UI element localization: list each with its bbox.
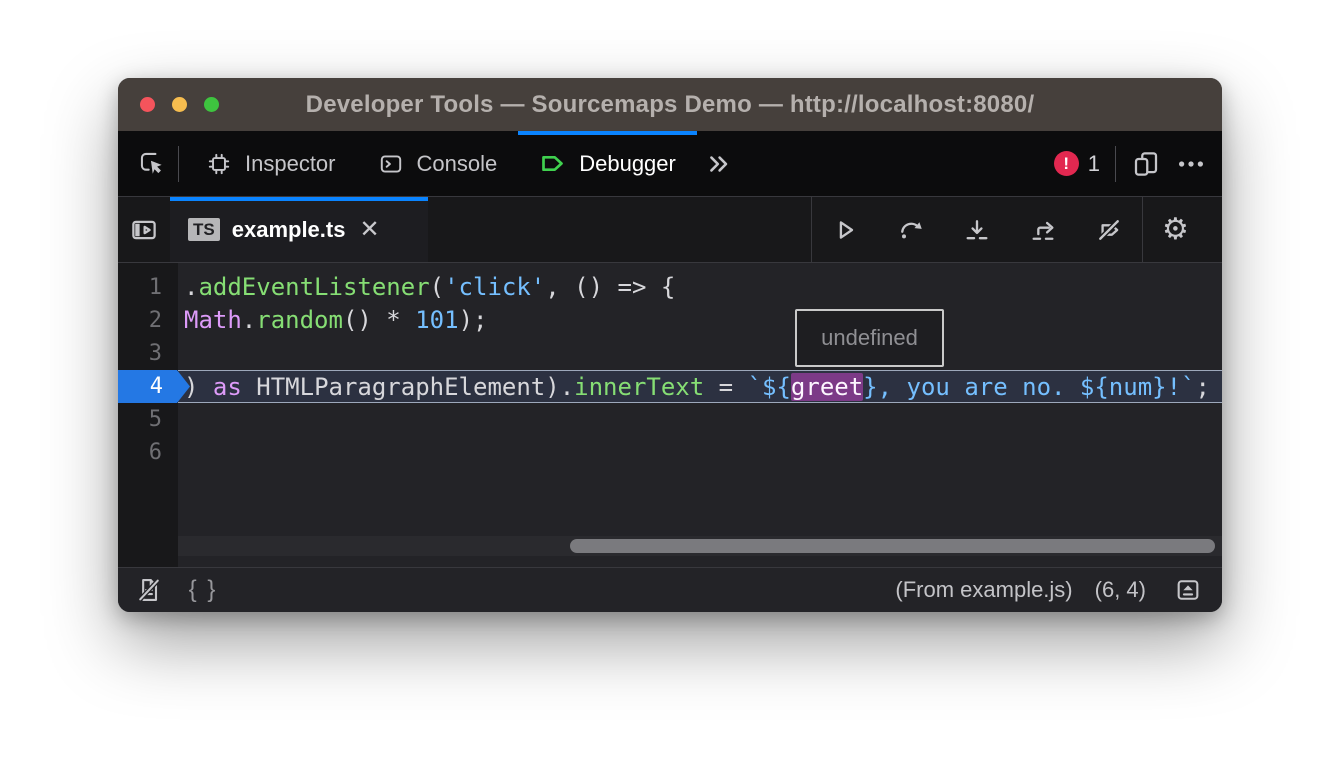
gear-icon: ⚙ bbox=[1162, 212, 1189, 247]
braces-icon: { } bbox=[189, 576, 218, 604]
ignore-source-icon bbox=[135, 576, 163, 604]
sources-panel-toggle-button[interactable] bbox=[118, 197, 170, 262]
code-token: 101 bbox=[415, 306, 458, 334]
debugger-settings-button[interactable]: ⚙ bbox=[1142, 197, 1208, 262]
paused-code-line: ) as HTMLParagraphElement).innerText = `… bbox=[178, 370, 1222, 403]
source-tab-example-ts[interactable]: TS example.ts ✕ bbox=[170, 197, 428, 262]
tab-inspector[interactable]: Inspector bbox=[185, 131, 357, 196]
panel-tabs: Inspector Console Debugger bbox=[185, 131, 697, 196]
deactivate-breakpoints-button[interactable] bbox=[1076, 197, 1142, 262]
pick-element-icon bbox=[138, 150, 165, 177]
screenshot-stage: Developer Tools — Sourcemaps Demo — http… bbox=[0, 0, 1338, 764]
typescript-badge: TS bbox=[188, 218, 220, 241]
code-token: }, you are no. ${num}!` bbox=[863, 373, 1195, 401]
line-number[interactable]: 3 bbox=[118, 337, 178, 370]
sources-panel-toggle-icon bbox=[129, 215, 159, 245]
code-token: Math bbox=[184, 306, 242, 334]
more-tabs-button[interactable] bbox=[705, 150, 733, 178]
scrollbar-thumb[interactable] bbox=[570, 539, 1215, 553]
step-out-icon bbox=[1029, 216, 1057, 244]
responsive-design-mode-button[interactable] bbox=[1131, 149, 1161, 179]
tab-debugger[interactable]: Debugger bbox=[518, 131, 697, 196]
step-in-icon bbox=[963, 216, 991, 244]
tab-label: Console bbox=[417, 151, 498, 177]
status-bar: { } (From example.js) (6, 4) bbox=[118, 567, 1222, 612]
mapped-source-note: (From example.js) bbox=[895, 577, 1072, 603]
code-line: .addEventListener('click', () => { bbox=[178, 271, 1222, 304]
line-number[interactable]: 6 bbox=[118, 436, 178, 469]
code-line bbox=[178, 436, 1222, 469]
tab-label: Inspector bbox=[245, 151, 336, 177]
title-bar: Developer Tools — Sourcemaps Demo — http… bbox=[118, 78, 1222, 131]
resume-button[interactable] bbox=[812, 197, 878, 262]
code-token: addEventListener bbox=[198, 273, 429, 301]
source-tab-row: TS example.ts ✕ bbox=[118, 197, 1222, 263]
inspector-icon bbox=[206, 151, 232, 177]
step-over-button[interactable] bbox=[878, 197, 944, 262]
eject-icon bbox=[1174, 576, 1202, 604]
line-number[interactable]: 5 bbox=[118, 403, 178, 436]
tab-label: Debugger bbox=[579, 151, 676, 177]
responsive-design-mode-icon bbox=[1131, 149, 1161, 179]
code-token: innerText bbox=[574, 373, 704, 401]
devtools-menu-button[interactable] bbox=[1176, 149, 1206, 179]
code-token: 'click' bbox=[444, 273, 545, 301]
status-bar-right: (From example.js) (6, 4) bbox=[895, 576, 1222, 604]
tab-console[interactable]: Console bbox=[357, 131, 519, 196]
code-line bbox=[178, 337, 1222, 370]
code-editor: 123456 .addEventListener('click', () => … bbox=[118, 263, 1222, 567]
debugger-icon bbox=[539, 150, 566, 177]
step-out-button[interactable] bbox=[1010, 197, 1076, 262]
horizontal-scrollbar[interactable] bbox=[178, 536, 1222, 556]
code-token: ). bbox=[545, 373, 574, 401]
cursor-position: (6, 4) bbox=[1095, 577, 1146, 603]
console-icon bbox=[378, 151, 404, 177]
code-token: = bbox=[704, 373, 747, 401]
toolbar-divider bbox=[1115, 146, 1116, 182]
close-icon[interactable]: ✕ bbox=[359, 218, 379, 242]
code-token: `${ bbox=[748, 373, 791, 401]
code-token: random bbox=[256, 306, 343, 334]
devtools-tab-bar: Inspector Console Debugger bbox=[118, 131, 1222, 197]
line-number[interactable]: 1 bbox=[118, 271, 178, 304]
code-token: ; bbox=[1196, 373, 1210, 401]
status-bar-left: { } bbox=[124, 576, 228, 604]
error-count: 1 bbox=[1088, 151, 1100, 177]
source-tab-label: example.ts bbox=[232, 217, 346, 243]
code-token: as bbox=[213, 373, 242, 401]
code-token: () * bbox=[343, 306, 415, 334]
code-token: , () => { bbox=[545, 273, 675, 301]
ignore-source-button[interactable] bbox=[124, 576, 174, 604]
error-icon: ! bbox=[1054, 151, 1079, 176]
code-token: ); bbox=[459, 306, 488, 334]
code-token: ( bbox=[430, 273, 444, 301]
window-title: Developer Tools — Sourcemaps Demo — http… bbox=[118, 78, 1222, 131]
pretty-print-button[interactable]: { } bbox=[178, 576, 228, 604]
code-token bbox=[242, 373, 256, 401]
pick-element-button[interactable] bbox=[124, 131, 178, 196]
code-lines: .addEventListener('click', () => {Math.r… bbox=[178, 263, 1222, 469]
resume-icon bbox=[831, 216, 859, 244]
step-in-button[interactable] bbox=[944, 197, 1010, 262]
code-line bbox=[178, 403, 1222, 436]
step-over-icon bbox=[897, 216, 925, 244]
footer-toggle-button[interactable] bbox=[1168, 576, 1208, 604]
variable-preview-tooltip: undefined bbox=[795, 309, 944, 367]
tab-bar-right: ! 1 bbox=[1054, 146, 1222, 182]
debugger-toolbar: ⚙ bbox=[811, 197, 1222, 262]
devtools-window: Developer Tools — Sourcemaps Demo — http… bbox=[118, 78, 1222, 612]
double-chevron-right-icon bbox=[705, 150, 733, 178]
line-numbers: 123456 bbox=[118, 263, 178, 567]
paused-line-marker[interactable]: 4 bbox=[118, 370, 190, 403]
code-token: . bbox=[184, 273, 198, 301]
meatball-menu-icon bbox=[1176, 149, 1206, 179]
error-count-badge[interactable]: ! 1 bbox=[1054, 151, 1100, 177]
code-line: Math.random() * 101); bbox=[178, 304, 1222, 337]
code-token: HTMLParagraphElement bbox=[256, 373, 545, 401]
deactivate-breakpoints-icon bbox=[1095, 216, 1123, 244]
toolbar-divider bbox=[178, 146, 179, 182]
code-token: . bbox=[242, 306, 256, 334]
line-number[interactable]: 2 bbox=[118, 304, 178, 337]
hovered-token[interactable]: greet bbox=[791, 373, 863, 401]
